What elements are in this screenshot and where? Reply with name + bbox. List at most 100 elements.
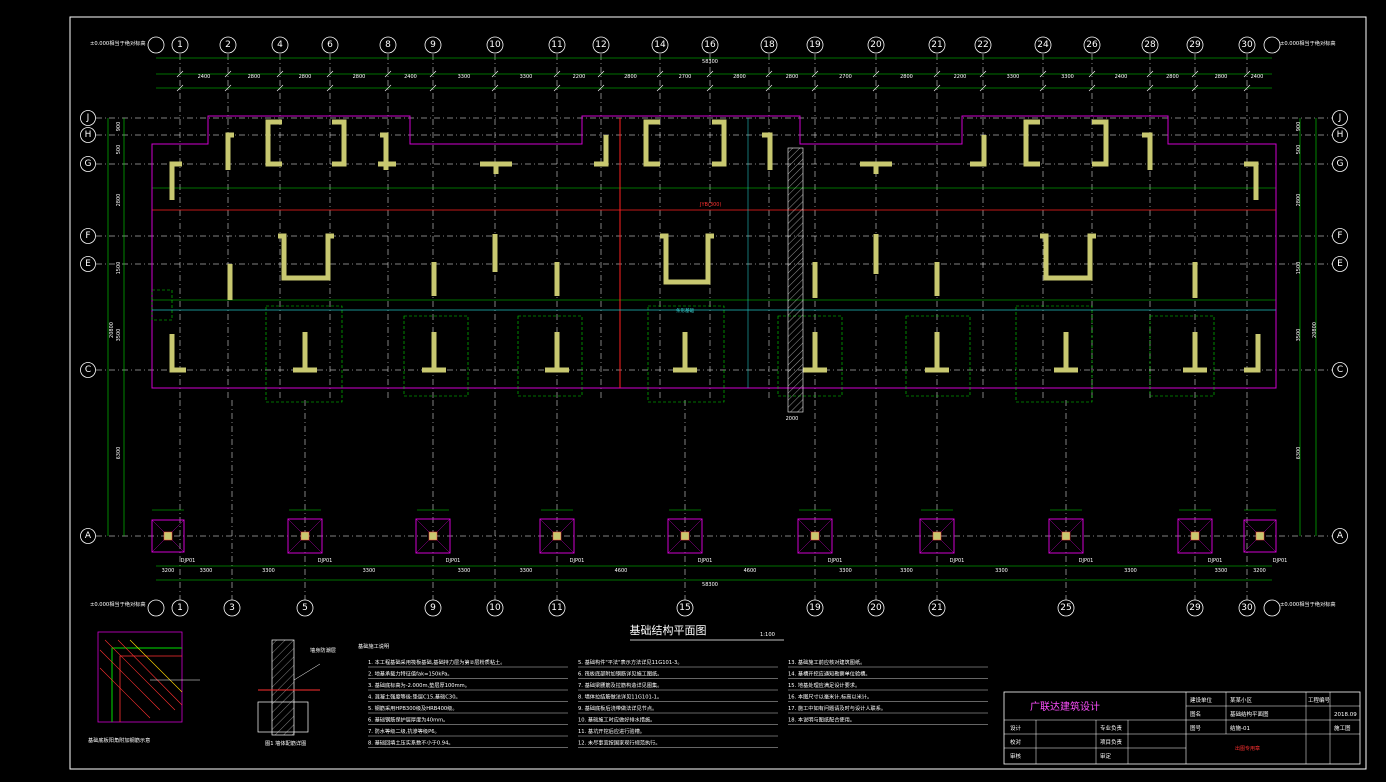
row-label-left-E: E [85, 259, 91, 269]
dim-label-top-8: 2800 [624, 74, 637, 80]
tb-left-2: 审核 [1010, 752, 1022, 760]
note-col1-2: 3. 基础底标高为-2.000m,垫层厚100mm。 [368, 681, 470, 689]
dim-label-top-12: 2700 [839, 74, 852, 80]
axis-label-bottom-10: 10 [489, 603, 501, 613]
dim-label-bottom-7: 4600 [744, 568, 757, 574]
dim-label-bottom-3: 3300 [363, 568, 376, 574]
note-col2-1: 6. 筏板底部附加钢筋详见施工图纸。 [578, 670, 662, 678]
axis-label-bottom-15: 15 [679, 603, 690, 613]
detail2-caption: 图1 墙体配筋详图 [265, 739, 306, 747]
axis-label-top-22: 22 [977, 40, 988, 50]
pile-cap-label-9: DJP01 [1273, 558, 1288, 564]
detail2-note: 墙身防潮层 [310, 646, 336, 654]
axis-label-bottom-3: 3 [229, 603, 235, 613]
tb-left-1: 校对 [1010, 738, 1022, 746]
note-col2-5: 10. 基础施工时应做好排水措施。 [578, 716, 655, 724]
note-col2-3: 8. 墙体拉结筋做法详见11G101-1。 [578, 693, 662, 701]
pile-cap-label-0: DJP01 [181, 558, 196, 564]
drawing-title: 基础结构平面图 [630, 623, 707, 637]
axis-label-top-11: 11 [551, 40, 562, 50]
dim-label-top-2: 2800 [299, 74, 312, 80]
dim-label-left-5: 6300 [116, 447, 122, 460]
dim-label-bottom-4: 3300 [458, 568, 471, 574]
note-col1-3: 4. 混凝土强度等级:垫层C15,基础C30。 [368, 693, 461, 701]
axis-label-bottom-9: 9 [430, 603, 436, 613]
axis-label-top-10: 10 [489, 40, 501, 50]
right-total-dimension: 20800 [1312, 322, 1318, 338]
cyan-annotation: 条形基础 [676, 307, 694, 314]
tb-mid-2: 审定 [1100, 752, 1112, 760]
elevation-note-right-bottom: ±0.000相当于绝对标高 [1280, 600, 1336, 608]
row-label-right-G: G [1337, 159, 1344, 169]
note-col2-2: 7. 基础梁腰筋及拉筋构造详见图集。 [578, 681, 662, 689]
pile-cap-label-3: DJP01 [570, 558, 585, 564]
bottom-total-dimension: 58300 [702, 582, 718, 588]
axis-label-top-6: 6 [327, 40, 333, 50]
dim-label-bottom-0: 3200 [162, 568, 175, 574]
axis-label-top-16: 16 [704, 40, 716, 50]
dim-label-left-3: 1500 [116, 262, 122, 275]
tb-mid-1: 项目负责 [1100, 738, 1123, 746]
dim-label-top-19: 2800 [1215, 74, 1228, 80]
note-col2-6: 11. 基坑开挖后应进行验槽。 [578, 727, 645, 735]
pile-cap-label-7: DJP01 [1079, 558, 1094, 564]
pile-cap-label-4: DJP01 [698, 558, 713, 564]
axis-label-top-26: 26 [1086, 40, 1098, 50]
sheet-value: 结施-01 [1230, 724, 1250, 732]
dim-label-top-1: 2800 [248, 74, 261, 80]
dim-label-left-2: 2800 [116, 194, 122, 207]
axis-label-top-18: 18 [763, 40, 775, 50]
axis-label-bottom-20: 20 [870, 603, 882, 613]
dim-label-bottom-10: 3300 [995, 568, 1008, 574]
note-col3-4: 17. 施工中如有问题请及时与设计人联系。 [788, 704, 886, 712]
row-label-right-C: C [1337, 365, 1343, 375]
note-col1-1: 2. 地基承载力特征值fak=150kPa。 [368, 670, 453, 678]
dim-label-top-11: 2800 [786, 74, 799, 80]
dim-label-bottom-6: 4600 [615, 568, 628, 574]
pile-cap-column-0 [163, 531, 173, 541]
top-total-dimension: 58300 [702, 59, 718, 65]
dim-label-top-13: 2800 [900, 74, 913, 80]
dim-label-right-1: 500 [1296, 145, 1302, 155]
dim-label-bottom-1: 3300 [200, 568, 213, 574]
axis-label-top-19: 19 [809, 40, 821, 50]
dim-label-top-20: 2400 [1251, 74, 1264, 80]
note-col3-2: 15. 地基处理应满足设计要求。 [788, 681, 860, 689]
axis-label-top-4: 4 [277, 40, 283, 50]
elevation-note-right-top: ±0.000相当于绝对标高 [1280, 39, 1336, 47]
dim-label-bottom-2: 3300 [262, 568, 275, 574]
dim-label-top-7: 2200 [573, 74, 586, 80]
row-label-right-H: H [1337, 130, 1344, 140]
dim-label-bottom-11: 3300 [1124, 568, 1137, 574]
dim-label-right-4: 3500 [1296, 329, 1302, 342]
axis-label-top-12: 12 [595, 40, 606, 50]
axis-label-top-8: 8 [385, 40, 391, 50]
notes-heading: 基础施工说明 [358, 642, 389, 650]
row-label-right-E: E [1337, 259, 1343, 269]
dim-label-bottom-5: 3300 [520, 568, 533, 574]
pile-cap-column-5 [810, 531, 820, 541]
note-col1-7: 8. 基础回填土压实系数不小于0.94。 [368, 739, 454, 747]
axis-label-bottom-11: 11 [551, 603, 562, 613]
dim-label-top-5: 3300 [458, 74, 471, 80]
drawing-scale: 1:100 [760, 632, 775, 638]
dim-label-top-9: 2700 [679, 74, 692, 80]
project-label: 建设单位 [1190, 696, 1213, 704]
note-col1-4: 5. 钢筋采用HPB300级及HRB400级。 [368, 704, 458, 712]
axis-label-bottom-25: 25 [1060, 603, 1071, 613]
note-col3-3: 16. 本图尺寸以毫米计,标高以米计。 [788, 693, 872, 701]
dim-label-right-0: 900 [1296, 122, 1302, 132]
dim-label-bottom-12: 3300 [1215, 568, 1228, 574]
tb-mid-0: 专业负责 [1100, 724, 1123, 732]
project-value: 某某小区 [1230, 696, 1253, 704]
date-value: 2018.09 [1334, 712, 1357, 718]
note-col1-5: 6. 基础钢筋保护层厚度为40mm。 [368, 716, 448, 724]
dim-label-left-0: 900 [116, 122, 122, 132]
pile-cap-label-6: DJP01 [950, 558, 965, 564]
pile-cap-label-2: DJP01 [446, 558, 461, 564]
pile-cap-column-3 [552, 531, 562, 541]
code-label: 工程编号 [1308, 696, 1331, 704]
pile-cap-column-2 [428, 531, 438, 541]
elevation-note-left-top: ±0.000相当于绝对标高 [90, 39, 146, 47]
axis-label-top-30: 30 [1241, 40, 1253, 50]
